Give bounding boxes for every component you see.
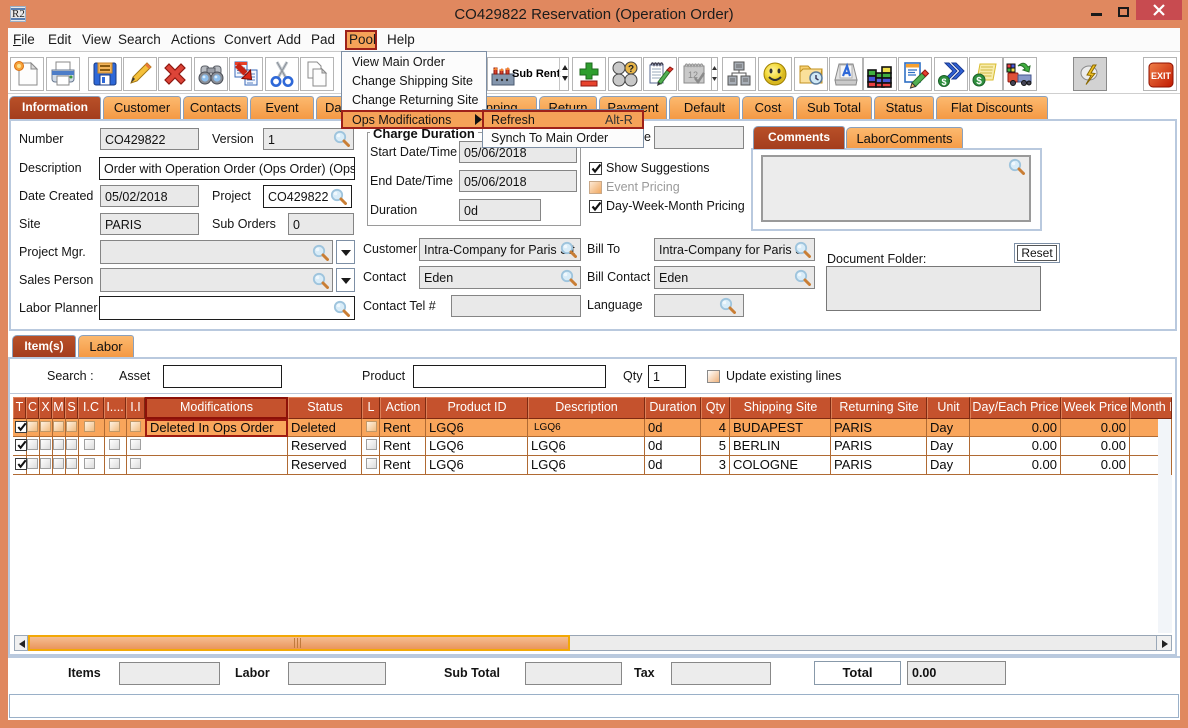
svg-text:$: $ [941,77,946,87]
svg-text:$: $ [976,76,982,87]
svg-text:EXIT: EXIT [1151,71,1172,81]
svg-text:?: ? [628,64,634,75]
